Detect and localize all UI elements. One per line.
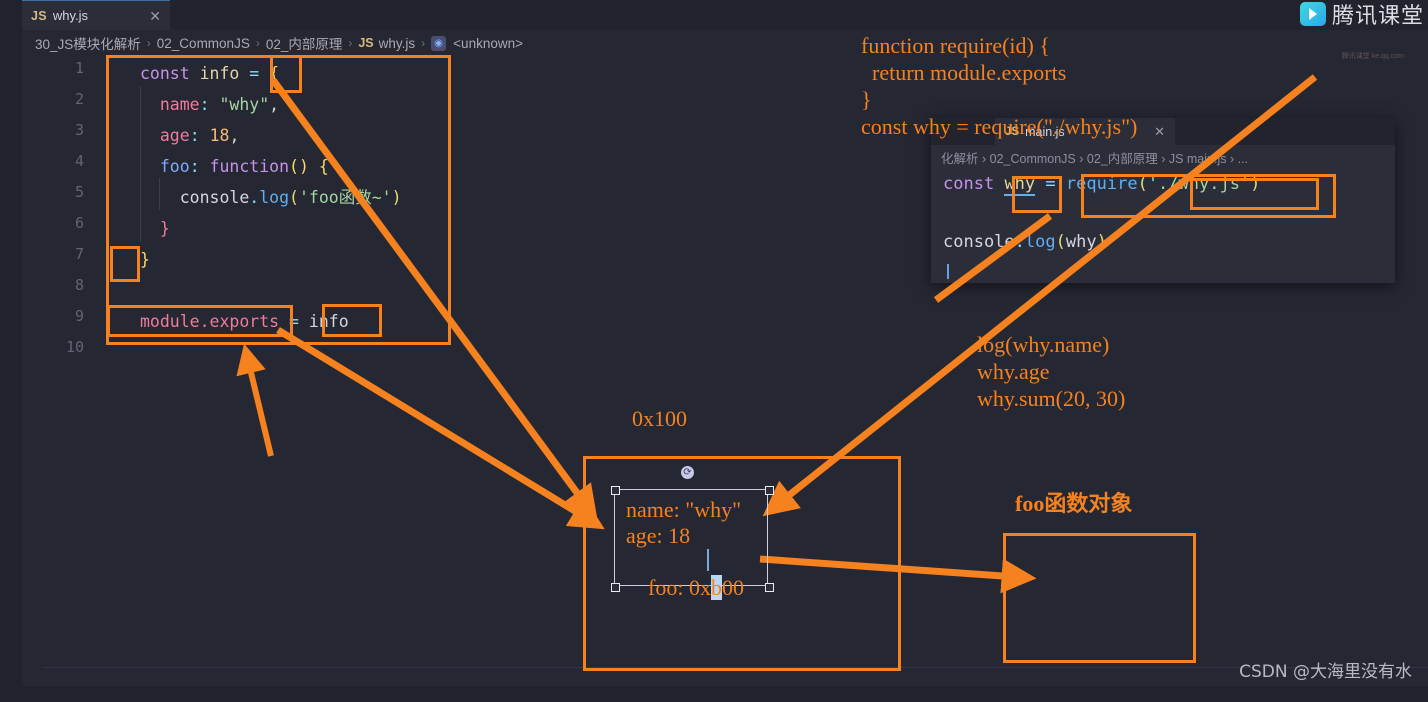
floating-code-line-1: const why = require('./why.js') bbox=[943, 174, 1261, 196]
editor-tab-bar: JS why.js ✕ bbox=[22, 0, 1428, 30]
floating-code-line-2: console.log(why) bbox=[943, 232, 1107, 252]
chevron-right-icon: › bbox=[146, 36, 151, 50]
breadcrumb-item-1[interactable]: 02_CommonJS bbox=[157, 36, 250, 51]
breadcrumb-item-0[interactable]: 30_JS模块化解析 bbox=[35, 33, 141, 53]
breadcrumb-item-4[interactable]: <unknown> bbox=[453, 36, 523, 51]
js-file-icon: JS bbox=[358, 36, 374, 50]
tab-label: why.js bbox=[52, 8, 89, 23]
vscode-window: JS why.js ✕ 30_JS模块化解析 › 02_CommonJS › 0… bbox=[0, 0, 1428, 702]
activity-bar[interactable] bbox=[0, 0, 22, 702]
line-number: 6 bbox=[74, 214, 84, 232]
chevron-right-icon: › bbox=[255, 36, 260, 50]
line-number: 5 bbox=[74, 183, 84, 201]
line-number: 9 bbox=[74, 307, 84, 325]
code-line-2: name: "why", bbox=[159, 95, 280, 114]
code-line-1: const info = { bbox=[140, 64, 280, 83]
line-number: 3 bbox=[74, 121, 84, 139]
line-number: 4 bbox=[74, 152, 84, 170]
symbol-icon: ◉ bbox=[431, 35, 447, 51]
tencent-watermark-sub: 腾讯课堂 ke.qq.com bbox=[1341, 53, 1404, 60]
tab-why-js[interactable]: JS why.js ✕ bbox=[22, 0, 170, 30]
floating-breadcrumb[interactable]: 化解析 › 02_CommonJS › 02_内部原理 › JS main.js… bbox=[941, 146, 1248, 168]
text-cursor bbox=[947, 264, 949, 279]
breadcrumb: 30_JS模块化解析 › 02_CommonJS › 02_内部原理 › JS … bbox=[22, 30, 1428, 56]
line-number: 8 bbox=[74, 276, 84, 294]
tencent-watermark: 腾讯课堂 bbox=[1299, 0, 1428, 29]
tab-label: main.js bbox=[1025, 124, 1065, 139]
csdn-watermark: CSDN @大海里没有水 bbox=[1239, 662, 1412, 682]
chevron-right-icon: › bbox=[348, 36, 353, 50]
js-file-icon: JS bbox=[1005, 125, 1020, 138]
close-icon[interactable]: ✕ bbox=[1154, 124, 1165, 140]
line-number: 10 bbox=[65, 338, 84, 356]
breadcrumb-item-2[interactable]: 02_内部原理 bbox=[266, 33, 343, 53]
code-line-7: } bbox=[140, 250, 150, 269]
tab-main-js[interactable]: JS main.js ✕ bbox=[995, 118, 1175, 145]
close-icon[interactable]: ✕ bbox=[149, 9, 161, 23]
status-bar bbox=[0, 686, 1428, 702]
code-line-9: module.exports = info bbox=[140, 312, 349, 331]
code-line-4: foo: function() { bbox=[159, 157, 329, 176]
chevron-right-icon: › bbox=[421, 36, 426, 50]
line-number: 1 bbox=[74, 59, 84, 77]
code-line-3: age: 18, bbox=[159, 126, 240, 145]
code-line-5: console.log('foo函数~') bbox=[179, 188, 402, 207]
tencent-logo-icon bbox=[1299, 2, 1326, 26]
code-line-6: } bbox=[159, 219, 170, 238]
line-number: 2 bbox=[74, 90, 84, 108]
floating-tab-bar: JS main.js ✕ bbox=[931, 118, 1395, 145]
main-js-floating-panel[interactable]: JS main.js ✕ 化解析 › 02_CommonJS › 02_内部原理… bbox=[931, 118, 1395, 283]
breadcrumb-item-3[interactable]: why.js bbox=[379, 36, 416, 51]
tencent-watermark-text: 腾讯课堂 bbox=[1331, 4, 1424, 29]
js-file-icon: JS bbox=[31, 8, 47, 23]
line-number: 7 bbox=[74, 245, 84, 263]
